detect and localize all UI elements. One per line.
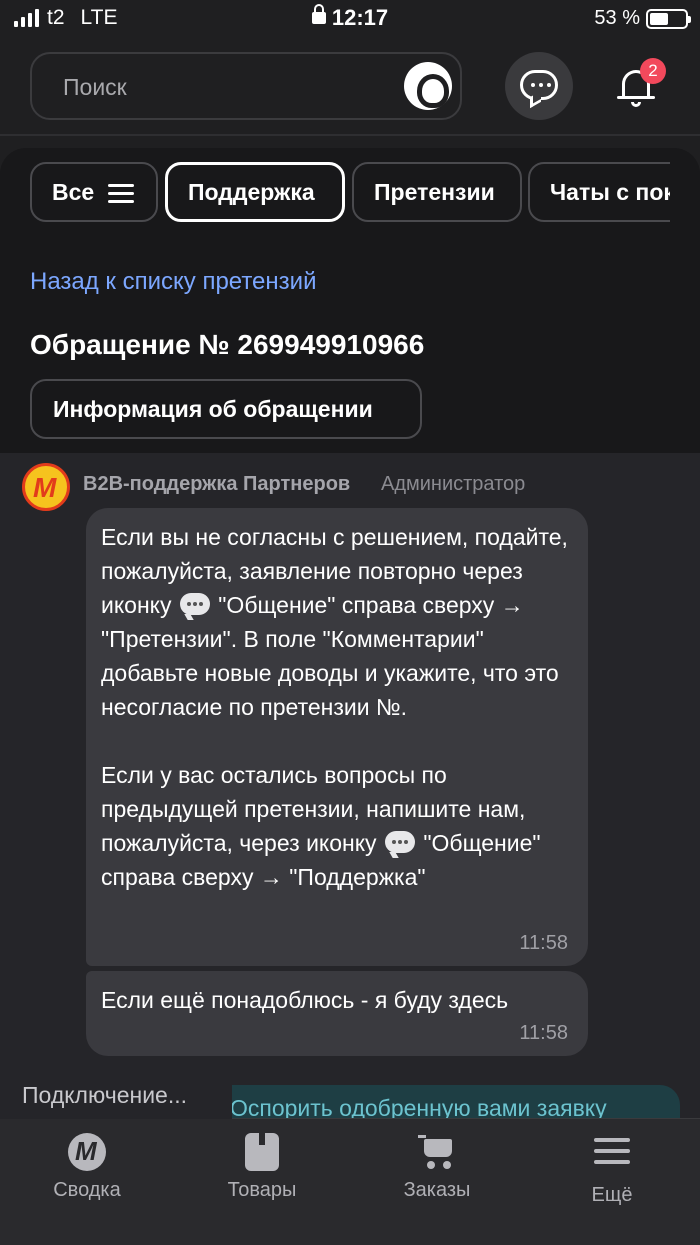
- search-placeholder: Поиск: [63, 74, 127, 100]
- back-to-claims-link[interactable]: Назад к списку претензий: [30, 268, 316, 296]
- connection-status: Подключение...: [0, 1073, 232, 1119]
- goods-icon: [245, 1133, 279, 1171]
- message-text: Если ещё понадоблюсь - я буду здесь: [101, 987, 509, 1013]
- chat-area[interactable]: B2B-поддержка Партнеров Администратор Ес…: [0, 453, 700, 1125]
- chat-button[interactable]: [505, 52, 573, 120]
- lock-icon: [311, 4, 326, 24]
- speech-bubble-icon: [179, 593, 210, 615]
- notifications-button[interactable]: 2: [603, 52, 671, 120]
- nav-orders-label: Заказы: [403, 1179, 471, 1201]
- hamburger-icon: [593, 1138, 631, 1176]
- sender-role: Администратор: [381, 473, 526, 495]
- message-paragraph: Если у вас остались вопросы по предыдуще…: [101, 758, 570, 894]
- tab-chats-label: Чаты с пок: [550, 179, 670, 205]
- search-field[interactable]: Поиск: [30, 52, 462, 120]
- cart-icon: [418, 1133, 456, 1171]
- menu-icon: [108, 184, 134, 208]
- battery-icon: [646, 8, 691, 29]
- ticket-title: Обращение № 269949910966: [30, 329, 425, 360]
- chat-message: Если вы не согласны с решением, подайте,…: [86, 508, 588, 966]
- header-divider: [0, 134, 700, 136]
- nav-more[interactable]: Ещё: [542, 1133, 682, 1207]
- tab-all[interactable]: Все: [30, 162, 158, 222]
- tab-claims[interactable]: Претензии: [352, 162, 522, 222]
- nav-goods-label: Товары: [227, 1179, 297, 1201]
- message-time: 11:58: [519, 1022, 568, 1044]
- summary-icon: [68, 1133, 106, 1171]
- chat-icon: [520, 70, 558, 100]
- notifications-badge: 2: [640, 58, 666, 84]
- speech-bubble-icon: [384, 831, 415, 853]
- ticket-panel: Все Поддержка Претензии Чаты с пок Назад…: [0, 148, 700, 453]
- tabs-bar: Все Поддержка Претензии Чаты с пок: [30, 162, 670, 224]
- nav-summary[interactable]: Сводка: [17, 1133, 157, 1202]
- nav-orders[interactable]: Заказы: [367, 1133, 507, 1202]
- clock-time: 12:17: [331, 5, 389, 30]
- tab-all-label: Все: [52, 179, 95, 205]
- battery-status: 53 %: [594, 7, 691, 30]
- message-time: 11:58: [519, 932, 568, 954]
- ticket-info-button[interactable]: Информация об обращении: [30, 379, 422, 439]
- nav-more-label: Ещё: [591, 1184, 633, 1206]
- bottom-navigation: Сводка Товары Заказы Ещё: [0, 1118, 700, 1245]
- sender-avatar: [22, 463, 70, 511]
- tab-support-label: Поддержка: [188, 179, 315, 205]
- tab-claims-label: Претензии: [374, 179, 495, 205]
- status-bar: t2 LTE 12:17 53 %: [0, 0, 700, 40]
- battery-percent: 53 %: [594, 7, 640, 29]
- nav-goods[interactable]: Товары: [192, 1133, 332, 1202]
- tab-support[interactable]: Поддержка: [165, 162, 345, 222]
- chat-message: Если ещё понадоблюсь - я буду здесь 11:5…: [86, 971, 588, 1056]
- tab-customer-chats[interactable]: Чаты с пок: [528, 162, 670, 222]
- message-paragraph: Если вы не согласны с решением, подайте,…: [101, 520, 570, 724]
- nav-summary-label: Сводка: [53, 1179, 121, 1201]
- alice-voice-icon[interactable]: [404, 62, 452, 110]
- sender-name: B2B-поддержка Партнеров: [83, 473, 351, 495]
